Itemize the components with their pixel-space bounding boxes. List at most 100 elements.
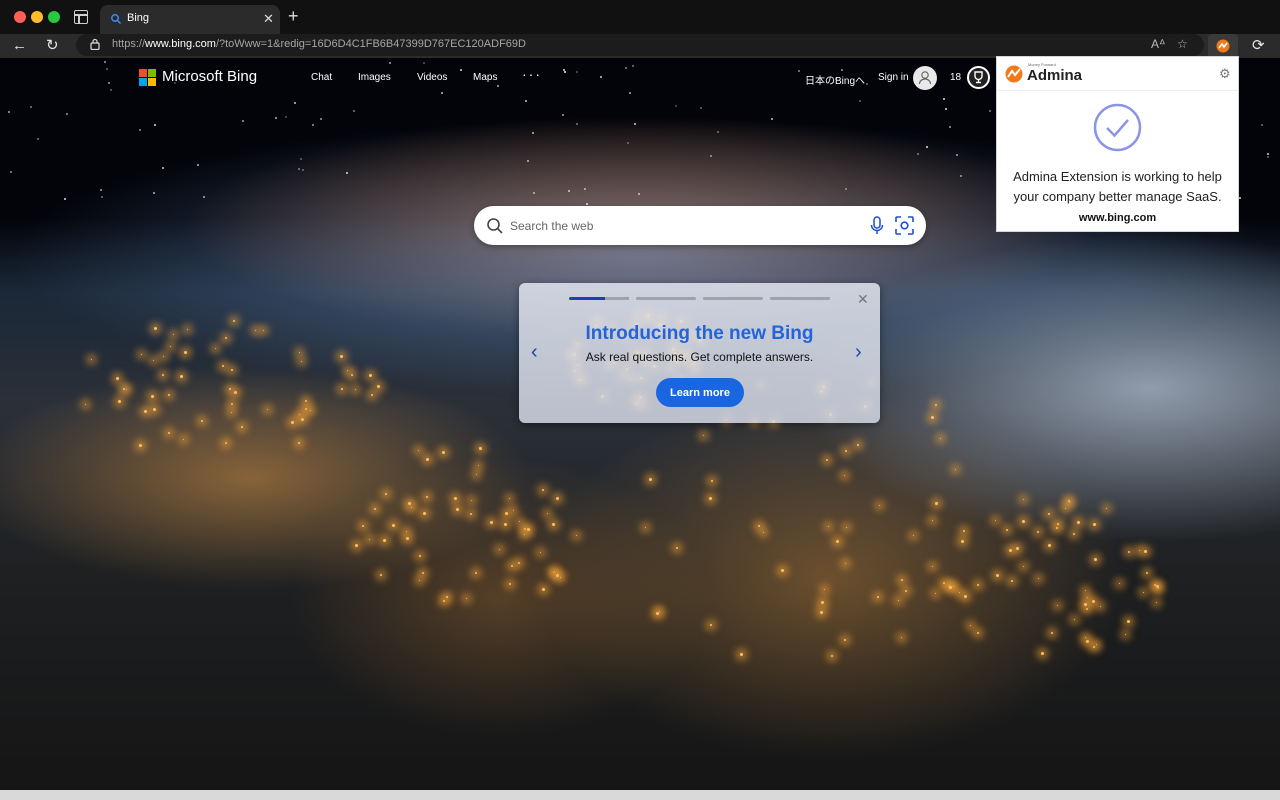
admina-extension-button[interactable] xyxy=(1208,34,1238,58)
star xyxy=(586,203,588,205)
city-light xyxy=(340,355,343,358)
city-light xyxy=(857,444,859,446)
browser-window: Bing ✕ + ← ↻ https://www.bing.com/?toWww… xyxy=(0,0,1280,800)
city-light xyxy=(540,552,541,553)
tab-title: Bing xyxy=(127,12,150,24)
city-light xyxy=(184,351,187,354)
brand-name: Admina xyxy=(1027,67,1083,84)
city-light xyxy=(1086,608,1088,610)
minimize-window-button[interactable] xyxy=(31,11,43,23)
city-light xyxy=(556,497,559,500)
city-light xyxy=(509,498,510,499)
city-light xyxy=(959,592,960,593)
city-light xyxy=(1100,606,1101,607)
star xyxy=(700,107,702,109)
tab-actions-icon[interactable] xyxy=(74,10,88,24)
carousel-indicator-3[interactable] xyxy=(703,297,763,300)
city-light xyxy=(91,359,92,360)
window-bottom-edge xyxy=(0,790,1280,800)
star xyxy=(634,123,636,125)
city-light xyxy=(144,410,147,413)
city-light xyxy=(995,520,996,521)
nav-maps[interactable]: Maps xyxy=(473,72,497,83)
favorite-star-icon[interactable]: ☆ xyxy=(1177,37,1188,51)
city-light xyxy=(231,403,233,405)
refresh-icon[interactable]: ↻ xyxy=(46,37,59,55)
city-light xyxy=(556,574,559,577)
star xyxy=(66,113,68,115)
city-light xyxy=(845,450,847,452)
city-light xyxy=(478,465,479,466)
city-light xyxy=(301,361,302,362)
city-light xyxy=(168,394,170,396)
close-icon[interactable]: ✕ xyxy=(857,291,869,308)
city-light xyxy=(183,439,184,440)
nav-more-button[interactable]: ··· xyxy=(522,66,542,82)
city-light xyxy=(1041,652,1044,655)
city-light xyxy=(355,544,358,547)
new-tab-icon[interactable]: + xyxy=(288,7,299,25)
city-light xyxy=(377,385,380,388)
extensions-puzzle-icon[interactable]: ⟳ xyxy=(1252,37,1265,55)
maximize-window-button[interactable] xyxy=(48,11,60,23)
visual-search-icon[interactable] xyxy=(894,215,915,236)
check-circle-icon xyxy=(1093,103,1142,152)
city-light xyxy=(1048,544,1051,547)
rewards-count: 18 xyxy=(950,72,962,83)
star xyxy=(841,69,843,71)
tab-close-icon[interactable]: ✕ xyxy=(263,11,274,27)
search-input[interactable] xyxy=(510,216,850,236)
gear-icon[interactable]: ⚙ xyxy=(1219,66,1231,82)
city-light xyxy=(408,502,411,505)
city-light xyxy=(831,655,833,657)
city-light xyxy=(229,388,231,390)
city-light xyxy=(1023,499,1024,500)
japan-bing-link[interactable]: 日本のBingへ xyxy=(805,72,865,87)
star xyxy=(527,160,529,162)
city-light xyxy=(118,400,121,403)
bing-search-icon xyxy=(111,14,122,25)
city-light xyxy=(267,409,268,410)
read-aloud-icon[interactable]: Aᐞ xyxy=(1151,37,1166,51)
star xyxy=(632,65,634,67)
city-light xyxy=(1146,572,1148,574)
city-light xyxy=(201,420,203,422)
city-light xyxy=(935,502,938,505)
city-light xyxy=(139,444,142,447)
browser-tab[interactable]: Bing ✕ xyxy=(100,5,280,34)
rewards-trophy-icon[interactable] xyxy=(967,66,990,89)
city-light xyxy=(1048,513,1050,515)
city-light xyxy=(1144,550,1147,553)
sign-in-link[interactable]: Sign in xyxy=(878,72,909,83)
search-box[interactable] xyxy=(474,206,926,245)
city-light xyxy=(418,450,419,451)
city-light xyxy=(955,469,956,470)
close-window-button[interactable] xyxy=(14,11,26,23)
learn-more-button[interactable]: Learn more xyxy=(656,378,744,407)
star xyxy=(106,68,108,70)
city-light xyxy=(844,639,846,641)
address-bar[interactable]: https://www.bing.com/?toWww=1&redig=16D6… xyxy=(76,34,1204,56)
nav-images[interactable]: Images xyxy=(358,72,391,83)
nav-videos[interactable]: Videos xyxy=(417,72,447,83)
carousel-indicator-4[interactable] xyxy=(770,297,830,300)
carousel-indicator-1[interactable] xyxy=(569,297,629,300)
city-light xyxy=(153,360,154,361)
city-light xyxy=(479,447,482,450)
city-light xyxy=(380,574,382,576)
city-light xyxy=(180,375,183,378)
microphone-icon[interactable] xyxy=(870,216,884,235)
city-light xyxy=(1086,640,1089,643)
city-light xyxy=(355,389,356,390)
star xyxy=(320,118,322,120)
avatar[interactable] xyxy=(913,66,937,90)
star xyxy=(275,117,277,119)
city-light xyxy=(419,555,421,557)
carousel-indicator-2[interactable] xyxy=(636,297,696,300)
city-light xyxy=(1087,597,1088,598)
city-light xyxy=(347,370,348,371)
browser-toolbar: ← ↻ https://www.bing.com/?toWww=1&redig=… xyxy=(0,34,1280,58)
nav-chat[interactable]: Chat xyxy=(311,72,332,83)
star xyxy=(100,189,102,191)
back-arrow-icon[interactable]: ← xyxy=(12,37,27,55)
